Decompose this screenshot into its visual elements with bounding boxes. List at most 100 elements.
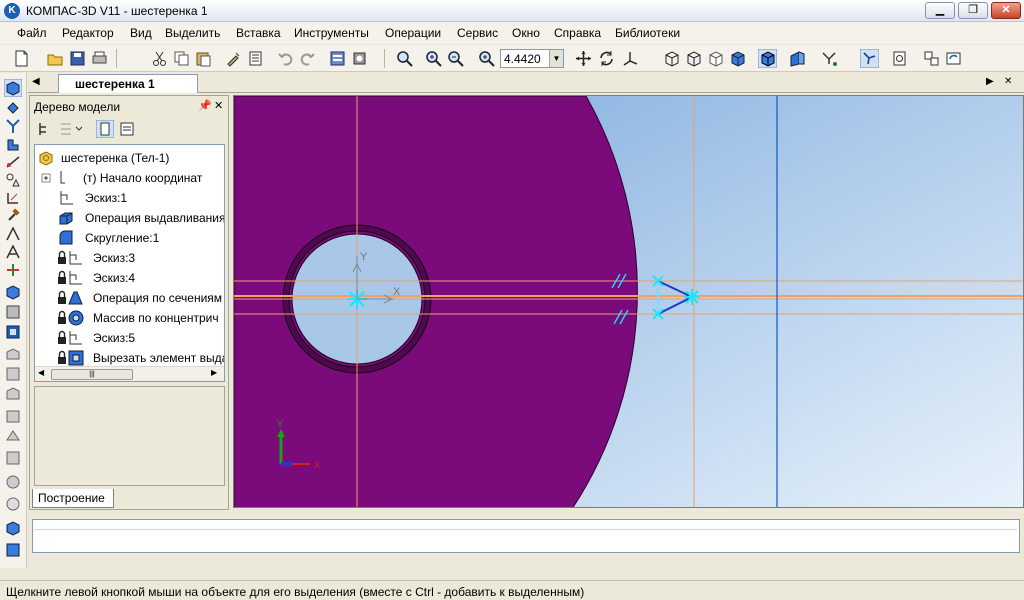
minimize-button[interactable]: ▁: [925, 2, 955, 19]
tab-document[interactable]: шестеренка 1: [58, 74, 198, 93]
perspective-icon[interactable]: [788, 49, 807, 68]
horizontal-scrollbar[interactable]: ◀ ||| ▶: [35, 366, 224, 381]
close-button[interactable]: ✕: [991, 2, 1021, 19]
show-tree-icon[interactable]: [96, 120, 114, 138]
menu-tools[interactable]: Инструменты: [294, 26, 369, 40]
scrollbar-thumb[interactable]: |||: [51, 369, 133, 380]
menu-window[interactable]: Окно: [512, 26, 540, 40]
shaded-edges-icon[interactable]: [757, 48, 778, 69]
arrays-icon[interactable]: [4, 135, 22, 153]
snapping-icon[interactable]: [859, 48, 880, 69]
rib-tool-icon[interactable]: [4, 449, 22, 467]
auxiliary-geometry-icon[interactable]: [4, 153, 22, 171]
close-tab-icon[interactable]: ✕: [1004, 76, 1012, 87]
cut-icon[interactable]: [150, 49, 169, 68]
rotate-tool-icon[interactable]: [4, 303, 22, 321]
scroll-right-icon[interactable]: ▶: [211, 368, 217, 377]
shaded-icon[interactable]: [728, 49, 747, 68]
expand-plus-icon[interactable]: [41, 169, 65, 187]
tab-construction[interactable]: Построение: [32, 489, 114, 508]
redo-icon[interactable]: [298, 49, 317, 68]
paste-icon[interactable]: [194, 49, 213, 68]
cut-tool-icon[interactable]: [4, 365, 22, 383]
scroll-left-icon[interactable]: ◀: [38, 368, 44, 377]
chevron-left-icon[interactable]: ◀: [32, 76, 40, 87]
tree-item-part[interactable]: шестеренка (Тел-1): [37, 149, 222, 167]
hammer-icon[interactable]: [4, 207, 22, 225]
specification-icon[interactable]: [246, 49, 265, 68]
tree-structure-icon[interactable]: [36, 120, 54, 138]
dimensions-icon[interactable]: [4, 225, 22, 243]
zoom-out-icon[interactable]: [446, 49, 465, 68]
tree-item-sketch-5[interactable]: Эскиз:5: [57, 329, 222, 347]
menu-edit[interactable]: Редактор: [62, 26, 114, 40]
menu-file[interactable]: Файл: [17, 26, 47, 40]
tree-display-mode-icon[interactable]: [58, 120, 84, 138]
loft-tool-icon[interactable]: [4, 345, 22, 363]
tree-item-loft[interactable]: Операция по сечениям: [57, 289, 222, 307]
tree-item-sketch-1[interactable]: Эскиз:1: [57, 189, 222, 207]
thin-hidden-lines-icon[interactable]: [706, 49, 725, 68]
pin-icon[interactable]: 📌: [198, 99, 212, 112]
axes-icon[interactable]: [4, 261, 22, 279]
assembly-icon[interactable]: [4, 541, 22, 559]
viewport-canvas[interactable]: Y X Y X: [234, 96, 1024, 508]
sketch-parameters-icon[interactable]: [4, 189, 22, 207]
filter-icon[interactable]: [820, 49, 839, 68]
menu-view[interactable]: Вид: [130, 26, 152, 40]
menu-libraries[interactable]: Библиотеки: [615, 26, 680, 40]
properties-brush-icon[interactable]: [224, 49, 243, 68]
zoom-window-icon[interactable]: [395, 49, 414, 68]
library-manager-icon[interactable]: [890, 49, 909, 68]
refresh-view-icon[interactable]: [944, 49, 963, 68]
restore-button[interactable]: ❐: [958, 2, 988, 19]
model-viewport[interactable]: Y X Y X: [233, 95, 1024, 508]
tree-item-extrude[interactable]: Операция выдавливания: [57, 209, 224, 227]
chevron-right-icon[interactable]: ▶: [986, 76, 994, 87]
new-document-icon[interactable]: [12, 49, 31, 68]
tree-item-cut-extrude[interactable]: Вырезать элемент выда: [57, 349, 224, 367]
shell-tool-icon[interactable]: [4, 427, 22, 445]
rotate-icon[interactable]: [597, 49, 616, 68]
component-icon[interactable]: [4, 519, 22, 537]
kinematic-icon[interactable]: [4, 323, 22, 341]
tiled-windows-icon[interactable]: [922, 49, 941, 68]
undo-icon[interactable]: [276, 49, 295, 68]
pan-icon[interactable]: [574, 49, 593, 68]
property-bar-field[interactable]: [32, 519, 1020, 553]
measure-icon[interactable]: [4, 243, 22, 261]
menu-help[interactable]: Справка: [554, 26, 601, 40]
tree-item-fillet[interactable]: Скругление:1: [57, 229, 222, 247]
save-icon[interactable]: [68, 49, 87, 68]
menu-service[interactable]: Сервис: [457, 26, 498, 40]
tree-item-sketch-3[interactable]: Эскиз:3: [57, 249, 222, 267]
zoom-value-field[interactable]: 4.4420 ▼: [500, 49, 564, 68]
print-icon[interactable]: [90, 49, 109, 68]
menu-insert[interactable]: Вставка: [236, 26, 281, 40]
menu-operations[interactable]: Операции: [385, 26, 441, 40]
manager-panel-icon[interactable]: [328, 49, 347, 68]
fillet-tool-icon[interactable]: [4, 385, 22, 403]
wireframe-icon[interactable]: [662, 49, 681, 68]
edit-details-icon[interactable]: [3, 78, 23, 98]
menu-select[interactable]: Выделить: [165, 26, 220, 40]
mirror-tool-icon[interactable]: [4, 473, 22, 491]
zoom-scale-icon[interactable]: [477, 49, 496, 68]
diagnostics-icon[interactable]: [4, 171, 22, 189]
open-folder-icon[interactable]: [46, 49, 65, 68]
tree-item-origin[interactable]: (т) Начало координат: [41, 169, 222, 187]
close-panel-icon[interactable]: ✕: [214, 99, 223, 112]
tree-settings-icon[interactable]: [350, 49, 369, 68]
tree-item-sketch-4[interactable]: Эскиз:4: [57, 269, 222, 287]
chevron-down-icon[interactable]: ▼: [549, 50, 563, 67]
extrude-tool-icon[interactable]: [4, 283, 22, 301]
tree-item-array[interactable]: Массив по концентрич: [57, 309, 222, 327]
show-properties-icon[interactable]: [118, 120, 136, 138]
zoom-in-icon[interactable]: [424, 49, 443, 68]
draft-tool-icon[interactable]: [4, 495, 22, 513]
surfaces-icon[interactable]: [4, 117, 22, 135]
hidden-lines-icon[interactable]: [684, 49, 703, 68]
copy-icon[interactable]: [172, 49, 191, 68]
chamfer-tool-icon[interactable]: [4, 407, 22, 425]
orientation-icon[interactable]: [621, 49, 640, 68]
